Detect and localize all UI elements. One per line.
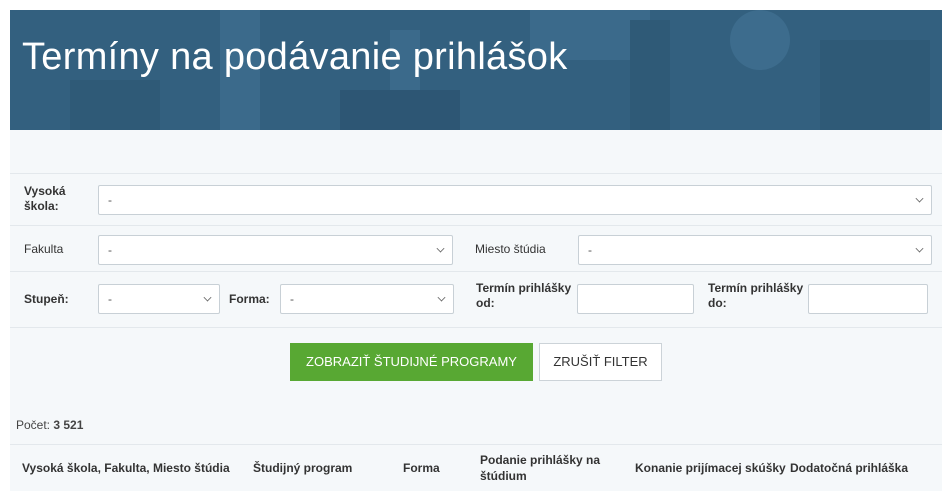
date-to-label: Termín prihlášky do: [708, 281, 804, 310]
faculty-select-value: - [108, 243, 112, 257]
school-label: Vysoká škola: [24, 184, 66, 213]
banner-decoration [820, 40, 930, 130]
clear-filter-button[interactable]: ZRUŠIŤ FILTER [539, 343, 662, 381]
degree-select-value: - [108, 292, 112, 306]
faculty-label: Fakulta [24, 242, 64, 256]
chevron-down-icon [437, 293, 446, 302]
result-count: Počet: 3 521 [16, 418, 83, 432]
column-header[interactable]: Dodatočná prihláška [790, 460, 908, 476]
header-banner: Termíny na podávanie prihlášok [10, 10, 942, 130]
page: Termíny na podávanie prihlášok Vysoká šk… [10, 10, 942, 491]
form-select-value: - [290, 292, 294, 306]
degree-label: Stupeň: [24, 292, 69, 306]
column-header[interactable]: Študijný program [253, 460, 352, 476]
result-count-value: 3 521 [53, 418, 84, 432]
gear-icon [730, 10, 790, 70]
banner-decoration [70, 80, 160, 130]
chevron-down-icon [203, 293, 212, 302]
filter-row-school: Vysoká škola: - [10, 173, 942, 226]
banner-decoration [630, 20, 670, 130]
date-from-label: Termín prihlášky od: [476, 281, 572, 310]
chevron-down-icon [915, 244, 924, 253]
show-programs-button[interactable]: ZOBRAZIŤ ŠTUDIJNÉ PROGRAMY [290, 343, 533, 381]
filter-panel: Vysoká škola: - Fakulta - Miesto štúdia … [10, 173, 942, 328]
page-title: Termíny na podávanie prihlášok [22, 36, 568, 78]
table-header: Vysoká škola, Fakulta, Miesto štúdia Štu… [10, 444, 942, 491]
school-select-value: - [108, 193, 112, 207]
column-header[interactable]: Podanie prihlášky na štúdium [480, 452, 610, 484]
study-place-select[interactable]: - [578, 235, 932, 265]
result-count-label: Počet: [16, 418, 51, 432]
study-place-select-value: - [588, 243, 592, 257]
filter-row-degree: Stupeň: - Forma: - Termín prihlášky od: … [10, 271, 942, 328]
form-label: Forma: [229, 292, 270, 306]
column-header[interactable]: Konanie prijímacej skúšky [635, 460, 786, 476]
chevron-down-icon [915, 194, 924, 203]
school-select[interactable]: - [98, 185, 932, 215]
column-header[interactable]: Forma [403, 460, 440, 476]
banner-decoration [340, 90, 460, 130]
form-select[interactable]: - [280, 284, 454, 314]
faculty-select[interactable]: - [98, 235, 453, 265]
study-place-label: Miesto štúdia [475, 242, 546, 256]
date-to-input[interactable] [808, 284, 928, 314]
column-header[interactable]: Vysoká škola, Fakulta, Miesto štúdia [22, 460, 230, 476]
date-from-input[interactable] [577, 284, 694, 314]
degree-select[interactable]: - [98, 284, 220, 314]
chevron-down-icon [436, 244, 445, 253]
filter-row-faculty: Fakulta - Miesto štúdia - [10, 225, 942, 272]
